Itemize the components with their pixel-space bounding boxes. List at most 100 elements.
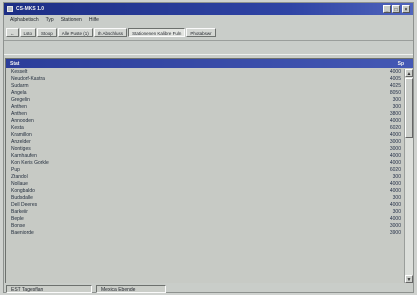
app-icon[interactable] — [7, 6, 13, 12]
list-item[interactable]: Karnhaufen 4000 — [6, 153, 404, 160]
list-item[interactable]: Annooden 4000 — [6, 118, 404, 125]
station-value: 300 — [392, 195, 401, 201]
list-item[interactable]: Budsdalle 300 — [6, 195, 404, 202]
menu-bar: Alphabetisch Typ Stationen Hilfe — [4, 15, 413, 24]
column-header-name[interactable]: Stat — [10, 61, 19, 67]
station-name: Kesta — [11, 125, 24, 131]
status-right: Mexica Ebende — [96, 285, 166, 293]
menu-item-stationen[interactable]: Stationen — [61, 17, 82, 23]
toolbar-button-stationen-kalibre[interactable]: Stationenen Kalibre Fuln — [128, 27, 186, 37]
list-item[interactable]: Anthen 300 — [6, 104, 404, 111]
station-name: Kesselt — [11, 69, 28, 75]
station-value: 4000 — [389, 160, 401, 166]
list-item[interactable]: Neudorf-Kastra 4005 — [6, 76, 404, 83]
station-value: 4000 — [389, 202, 401, 208]
close-icon[interactable]: × — [402, 5, 410, 13]
station-name: Nontiges — [11, 146, 31, 152]
list-item[interactable]: Gregelin 300 — [6, 97, 404, 104]
toolbar-separator — [4, 40, 413, 55]
status-bar: EST Tagesflan Mexica Ebende — [4, 284, 413, 293]
station-value: 6020 — [389, 125, 401, 131]
list-item[interactable]: Bonse 3000 — [6, 223, 404, 230]
list-item[interactable]: Sudarm 4025 — [6, 83, 404, 90]
list-rows: Kesselt 4000 Neudorf-Kastra 4005 Sudarm 4025 A… — [6, 69, 404, 237]
scroll-thumb[interactable] — [405, 78, 413, 138]
station-name: Annooden — [11, 118, 34, 124]
station-value: 6020 — [389, 167, 401, 173]
station-value: 4000 — [389, 153, 401, 159]
list-item[interactable]: Pup 6020 — [6, 167, 404, 174]
list-item[interactable]: Beple 4000 — [6, 216, 404, 223]
vertical-scrollbar[interactable]: ▲ ▼ — [404, 69, 413, 283]
station-name: Bonse — [11, 223, 26, 229]
list-item[interactable]: Kramillon 4000 — [6, 132, 404, 139]
menu-item-alphabetisch[interactable]: Alphabetisch — [10, 17, 39, 23]
station-name: Kon Keris Gorkle — [11, 160, 49, 166]
station-value: 3000 — [389, 139, 401, 145]
station-name: Kongbaldo — [11, 188, 35, 194]
list-item[interactable]: Anthen 3800 — [6, 111, 404, 118]
list-item[interactable]: Nollaue 4000 — [6, 181, 404, 188]
toolbar-button-photabswr[interactable]: Photabswr — [186, 27, 216, 37]
list-item[interactable]: Kesselt 4000 — [6, 69, 404, 76]
list-item[interactable]: Barkeiir 300 — [6, 209, 404, 216]
station-value: 3900 — [389, 230, 401, 236]
status-left: EST Tagesflan — [6, 285, 92, 293]
station-name: Baeniorde — [11, 230, 34, 236]
station-value: 4005 — [389, 76, 401, 82]
application-window: CS-MKS 1.0 _ □ × Alphabetisch Typ Statio… — [3, 2, 414, 293]
list-item[interactable]: Dell Deeres 4000 — [6, 202, 404, 209]
station-name: Budsdalle — [11, 195, 33, 201]
list-item[interactable]: Kesta 6020 — [6, 125, 404, 132]
station-list: Stat Sp Kesselt 4000 Neudorf-Kastra 4005 Sud… — [5, 58, 413, 283]
station-value: 4000 — [389, 69, 401, 75]
station-name: Karnhaufen — [11, 153, 37, 159]
list-item[interactable]: Anzelder 3000 — [6, 139, 404, 146]
station-value: 300 — [392, 104, 401, 110]
menu-item-typ[interactable]: Typ — [46, 17, 54, 23]
minimize-icon[interactable]: _ — [383, 5, 391, 13]
back-button[interactable]: ← — [6, 27, 19, 37]
list-item[interactable]: Ztandol 300 — [6, 174, 404, 181]
station-name: Gregelin — [11, 97, 30, 103]
toolbar-button-stoop[interactable]: Stoop — [37, 27, 57, 37]
list-item[interactable]: Kon Keris Gorkle 4000 — [6, 160, 404, 167]
station-name: Nollaue — [11, 181, 28, 187]
window-title: CS-MKS 1.0 — [16, 6, 45, 12]
station-value: 300 — [392, 174, 401, 180]
station-name: Anthen — [11, 104, 27, 110]
list-item[interactable]: Baeniorde 3900 — [6, 230, 404, 237]
toolbar-button-alle-puste[interactable]: Alle Puste (1) — [57, 27, 93, 37]
list-item[interactable]: Kongbaldo 4000 — [6, 188, 404, 195]
station-name: Barkeiir — [11, 209, 28, 215]
list-item[interactable]: Nontiges 3000 — [6, 146, 404, 153]
station-value: 4000 — [389, 132, 401, 138]
station-value: 300 — [392, 209, 401, 215]
scroll-up-icon[interactable]: ▲ — [405, 69, 413, 77]
menu-item-hilfe[interactable]: Hilfe — [89, 17, 99, 23]
station-value: 4000 — [389, 181, 401, 187]
station-value: 3000 — [389, 146, 401, 152]
toolbar-button-lsto[interactable]: Lsto — [19, 27, 37, 37]
toolbar: ← Lsto Stoop Alle Puste (1) Ih Abschluss… — [4, 26, 413, 38]
station-name: Angela — [11, 90, 27, 96]
station-name: Anthen — [11, 111, 27, 117]
station-name: Kramillon — [11, 132, 32, 138]
station-value: 300 — [392, 97, 401, 103]
station-name: Ztandol — [11, 174, 28, 180]
station-value: 3000 — [389, 223, 401, 229]
station-value: 4000 — [389, 118, 401, 124]
maximize-icon[interactable]: □ — [392, 5, 400, 13]
list-item[interactable]: Angela 8050 — [6, 90, 404, 97]
station-value: 3800 — [389, 111, 401, 117]
toolbar-button-abschluss[interactable]: Ih Abschluss — [93, 27, 128, 37]
station-name: Dell Deeres — [11, 202, 38, 208]
station-value: 4025 — [389, 83, 401, 89]
list-header: Stat Sp — [6, 59, 413, 68]
column-header-value[interactable]: Sp — [398, 61, 404, 67]
scroll-down-icon[interactable]: ▼ — [405, 275, 413, 283]
station-name: Beple — [11, 216, 24, 222]
title-bar[interactable]: CS-MKS 1.0 _ □ × — [4, 3, 413, 15]
station-name: Anzelder — [11, 139, 31, 145]
station-name: Sudarm — [11, 83, 29, 89]
